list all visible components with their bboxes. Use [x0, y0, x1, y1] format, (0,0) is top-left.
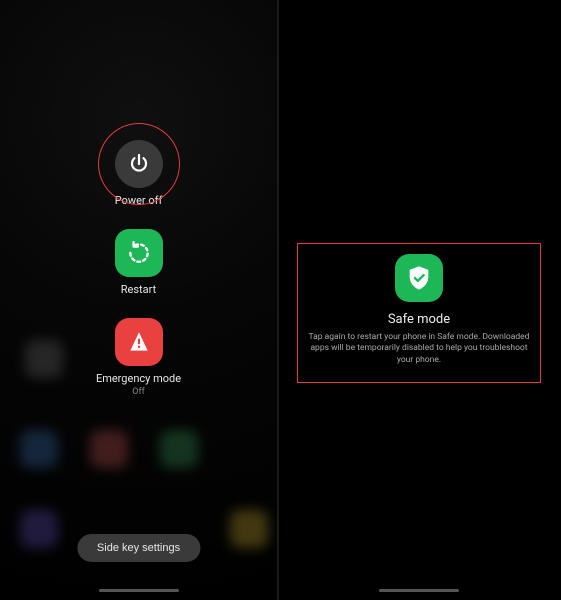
side-key-settings-button[interactable]: Side key settings [77, 534, 200, 562]
shield-check-icon [395, 254, 443, 302]
emergency-mode-sublabel: Off [132, 387, 144, 397]
blurred-app-icon [20, 430, 58, 468]
emergency-mode-item[interactable]: Emergency mode Off [96, 318, 181, 397]
power-menu-screen: Power off Restart Emergency mode [0, 0, 279, 600]
home-indicator[interactable] [379, 589, 459, 592]
emergency-icon [115, 318, 163, 366]
power-off-icon [115, 140, 163, 188]
blurred-app-icon [90, 430, 128, 468]
safe-mode-title: Safe mode [388, 312, 450, 327]
power-off-label: Power off [115, 194, 163, 207]
safe-mode-description: Tap again to restart your phone in Safe … [306, 332, 532, 366]
power-off-item[interactable]: Power off [115, 140, 163, 207]
emergency-mode-label: Emergency mode [96, 372, 181, 385]
safe-mode-screen: Safe mode Tap again to restart your phon… [279, 0, 559, 600]
restart-icon [115, 229, 163, 277]
blurred-app-icon [160, 430, 198, 468]
restart-item[interactable]: Restart [115, 229, 163, 296]
blurred-app-icon [20, 510, 58, 548]
home-indicator[interactable] [99, 589, 179, 592]
blurred-app-icon [230, 510, 268, 548]
restart-label: Restart [121, 283, 156, 296]
power-menu: Power off Restart Emergency mode [0, 140, 277, 397]
safe-mode-prompt[interactable]: Safe mode Tap again to restart your phon… [297, 243, 541, 383]
